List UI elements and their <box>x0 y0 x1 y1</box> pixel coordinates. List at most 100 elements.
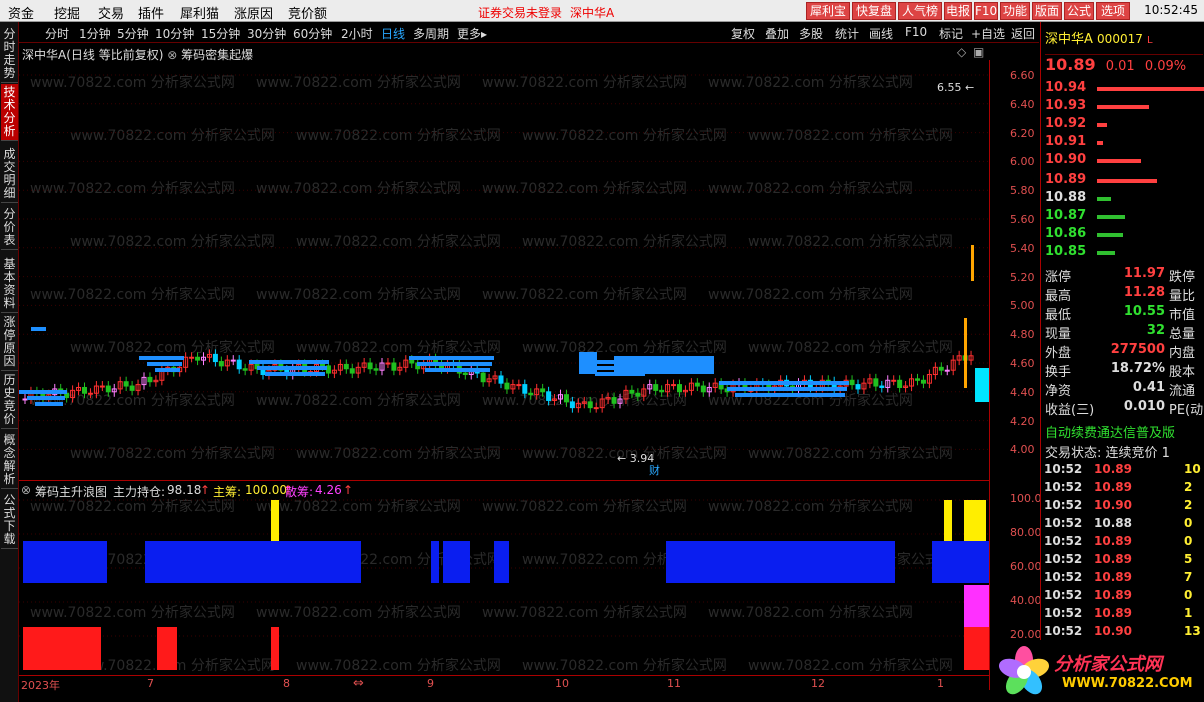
y-tick-label: 6.00 <box>1010 155 1035 169</box>
main-chip-bar <box>494 541 509 583</box>
diamond-icon[interactable]: ◇ <box>957 45 966 59</box>
volume-bar <box>1097 123 1107 127</box>
sub-y-tick-label: 100.0 <box>1010 492 1042 505</box>
stat-key-2: 股本 <box>1169 365 1196 380</box>
chip-band <box>35 402 63 406</box>
layout-button[interactable]: 版面 <box>1032 2 1062 20</box>
tab-concept[interactable]: 概念解析 <box>1 432 18 489</box>
tab-timeshare[interactable]: 分时走势 <box>1 26 18 83</box>
ask-row[interactable]: 10.90 <box>1045 152 1141 167</box>
l-badge: L <box>1147 35 1153 46</box>
menu-plugins[interactable]: 插件 <box>138 3 164 22</box>
xilibao-button[interactable]: 犀利宝 <box>806 2 850 20</box>
overlay-button[interactable]: 叠加 <box>765 25 789 42</box>
candle-body <box>349 368 355 374</box>
bid-row[interactable]: 10.88 <box>1045 190 1111 205</box>
ask-row[interactable]: 10.91 <box>1045 134 1103 149</box>
sub-chip-chart[interactable] <box>19 496 989 675</box>
formula-button[interactable]: 公式 <box>1064 2 1094 20</box>
main-kline-chart[interactable]: 6.55 ←← 3.94财 <box>19 60 989 480</box>
menu-funds[interactable]: 资金 <box>8 3 34 22</box>
tick-time: 10:52 <box>1044 462 1083 476</box>
bid-row[interactable]: 10.86 <box>1045 226 1123 241</box>
bid-row[interactable]: 10.85 <box>1045 244 1115 259</box>
multi-stock-button[interactable]: 多股 <box>799 25 823 42</box>
period-10min[interactable]: 10分钟 <box>155 25 194 42</box>
collapse-sub-icon[interactable]: ⊗ <box>21 483 31 497</box>
y-tick-label: 4.00 <box>1010 443 1035 457</box>
quick-review-button[interactable]: 快复盘 <box>852 2 896 20</box>
logo-title: 分析家公式网 <box>1054 654 1162 675</box>
mark-button[interactable]: 标记 <box>939 25 963 42</box>
tab-technical[interactable]: 技术分析 <box>1 84 18 141</box>
bid-row[interactable]: 10.87 <box>1045 208 1125 223</box>
period-2hour[interactable]: 2小时 <box>341 25 373 42</box>
back-button[interactable]: 返回 <box>1011 25 1035 42</box>
candle-body <box>391 362 397 371</box>
tick-price: 10.89 <box>1094 606 1132 620</box>
period-5min[interactable]: 5分钟 <box>117 25 149 42</box>
menu-trade[interactable]: 交易 <box>98 3 124 22</box>
tab-price-table[interactable]: 分价表 <box>1 206 18 250</box>
candle-body <box>546 391 552 401</box>
bid-row[interactable]: 10.89 <box>1045 172 1157 187</box>
telegraph-button[interactable]: 电报 <box>944 2 972 20</box>
tick-volume: 10 <box>1184 462 1201 476</box>
stat-row: 现量 32 总量 <box>1045 323 1204 342</box>
candle-body <box>563 394 569 403</box>
tick-price: 10.89 <box>1094 480 1132 494</box>
main-hold-value: 98.18 <box>167 483 202 497</box>
drag-handle-icon[interactable]: ⇔ <box>353 676 364 691</box>
draw-line-button[interactable]: 画线 <box>869 25 893 42</box>
f10-button[interactable]: F10 <box>905 25 927 39</box>
tick-price: 10.90 <box>1094 624 1132 638</box>
stat-key-2: 内盘 <box>1169 346 1196 361</box>
stock-code: 000017 <box>1097 32 1143 46</box>
y-tick-label: 5.20 <box>1010 270 1035 284</box>
period-60min[interactable]: 60分钟 <box>293 25 332 42</box>
menu-bid-amount[interactable]: 竞价额 <box>288 3 327 22</box>
tab-basic-info[interactable]: 基本资料 <box>1 256 18 313</box>
tab-history-bid[interactable]: 历史竞价 <box>1 372 18 429</box>
period-multi[interactable]: 多周期 <box>413 25 449 42</box>
sub-y-tick-label: 40.00 <box>1010 594 1042 607</box>
add-watchlist-button[interactable]: +自选 <box>971 25 1005 42</box>
restore-right-button[interactable]: 复权 <box>731 25 755 42</box>
stat-key: 最高 <box>1045 289 1072 304</box>
popularity-button[interactable]: 人气榜 <box>898 2 942 20</box>
tab-formula-download[interactable]: 公式下载 <box>1 492 18 549</box>
menu-xilimao[interactable]: 犀利猫 <box>180 3 219 22</box>
date-label: 7 <box>147 677 154 690</box>
price-change: 0.01 <box>1105 59 1135 74</box>
candle-body <box>677 384 682 393</box>
period-more[interactable]: 更多▸ <box>457 25 487 42</box>
y-tick-label: 5.80 <box>1010 184 1035 198</box>
options-button[interactable]: 选项 <box>1096 2 1130 20</box>
tick-volume: 2 <box>1184 480 1193 494</box>
chip-band <box>147 362 182 366</box>
ask-row[interactable]: 10.94 <box>1045 80 1204 95</box>
main-hold-bar <box>271 627 279 670</box>
menu-limit-reason[interactable]: 涨原因 <box>234 3 273 22</box>
period-1min[interactable]: 1分钟 <box>79 25 111 42</box>
tick-volume: 0 <box>1184 516 1193 530</box>
period-15min[interactable]: 15分钟 <box>201 25 240 42</box>
candle-body <box>694 382 700 387</box>
window-icon[interactable]: ▣ <box>973 45 984 59</box>
tick-volume: 2 <box>1184 498 1193 512</box>
menu-mining[interactable]: 挖掘 <box>54 3 80 22</box>
volume-bar <box>1097 215 1125 219</box>
period-daily[interactable]: 日线 <box>381 25 405 42</box>
tab-trade-detail[interactable]: 成交明细 <box>1 146 18 203</box>
period-timeshare[interactable]: 分时 <box>45 25 69 42</box>
clock: 10:52:45 <box>1144 3 1198 17</box>
ask-row[interactable]: 10.93 <box>1045 98 1149 113</box>
tab-limit-reason[interactable]: 涨停原因 <box>1 314 18 371</box>
candle-body <box>897 379 903 388</box>
period-30min[interactable]: 30分钟 <box>247 25 286 42</box>
statistics-button[interactable]: 统计 <box>835 25 859 42</box>
candle-body <box>855 384 861 390</box>
f10-top-button[interactable]: F10 <box>974 2 998 20</box>
ask-row[interactable]: 10.92 <box>1045 116 1107 131</box>
function-button[interactable]: 功能 <box>1000 2 1030 20</box>
